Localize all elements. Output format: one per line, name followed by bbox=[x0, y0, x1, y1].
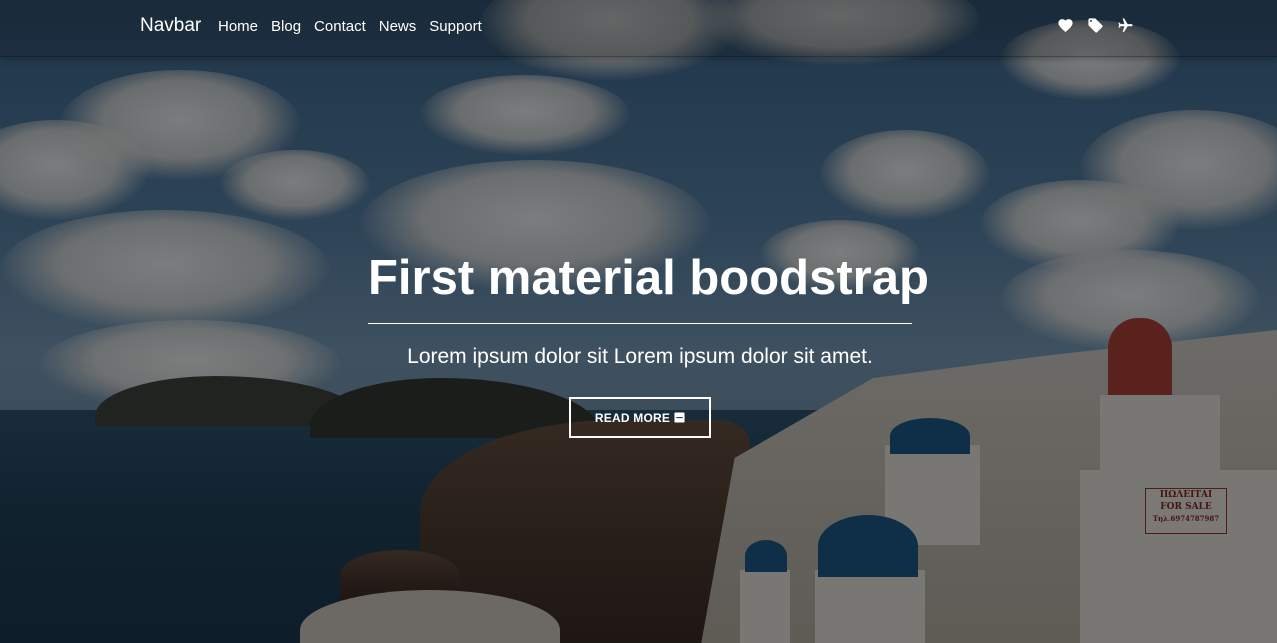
nav-link-news[interactable]: News bbox=[379, 18, 417, 35]
nav-link-support[interactable]: Support bbox=[429, 18, 482, 35]
read-more-label: READ MORE bbox=[594, 410, 671, 425]
navbar: Navbar Home Blog Contact News Support bbox=[0, 0, 1277, 57]
dark-overlay bbox=[0, 0, 1277, 643]
navbar-brand[interactable]: Navbar bbox=[140, 15, 201, 37]
hero-background-image: ΠΩΛΕΙΤΑΙ FOR SALE Τηλ.6974787987 bbox=[0, 0, 1277, 643]
nav-links: Home Blog Contact News Support bbox=[218, 18, 495, 35]
hero-subtitle: Lorem ipsum dolor sit Lorem ipsum dolor … bbox=[407, 345, 873, 368]
hero-divider bbox=[368, 323, 912, 324]
nav-link-home[interactable]: Home bbox=[218, 18, 258, 35]
read-more-button[interactable]: READ MORE bbox=[569, 397, 711, 438]
nav-link-contact[interactable]: Contact bbox=[314, 18, 366, 35]
plane-icon[interactable] bbox=[1117, 17, 1134, 34]
hero-title: First material boodstrap bbox=[368, 251, 929, 305]
nav-icons bbox=[1057, 17, 1134, 34]
heart-icon[interactable] bbox=[1057, 17, 1074, 34]
tag-icon[interactable] bbox=[1087, 17, 1104, 34]
book-icon bbox=[674, 412, 685, 423]
nav-link-blog[interactable]: Blog bbox=[271, 18, 301, 35]
